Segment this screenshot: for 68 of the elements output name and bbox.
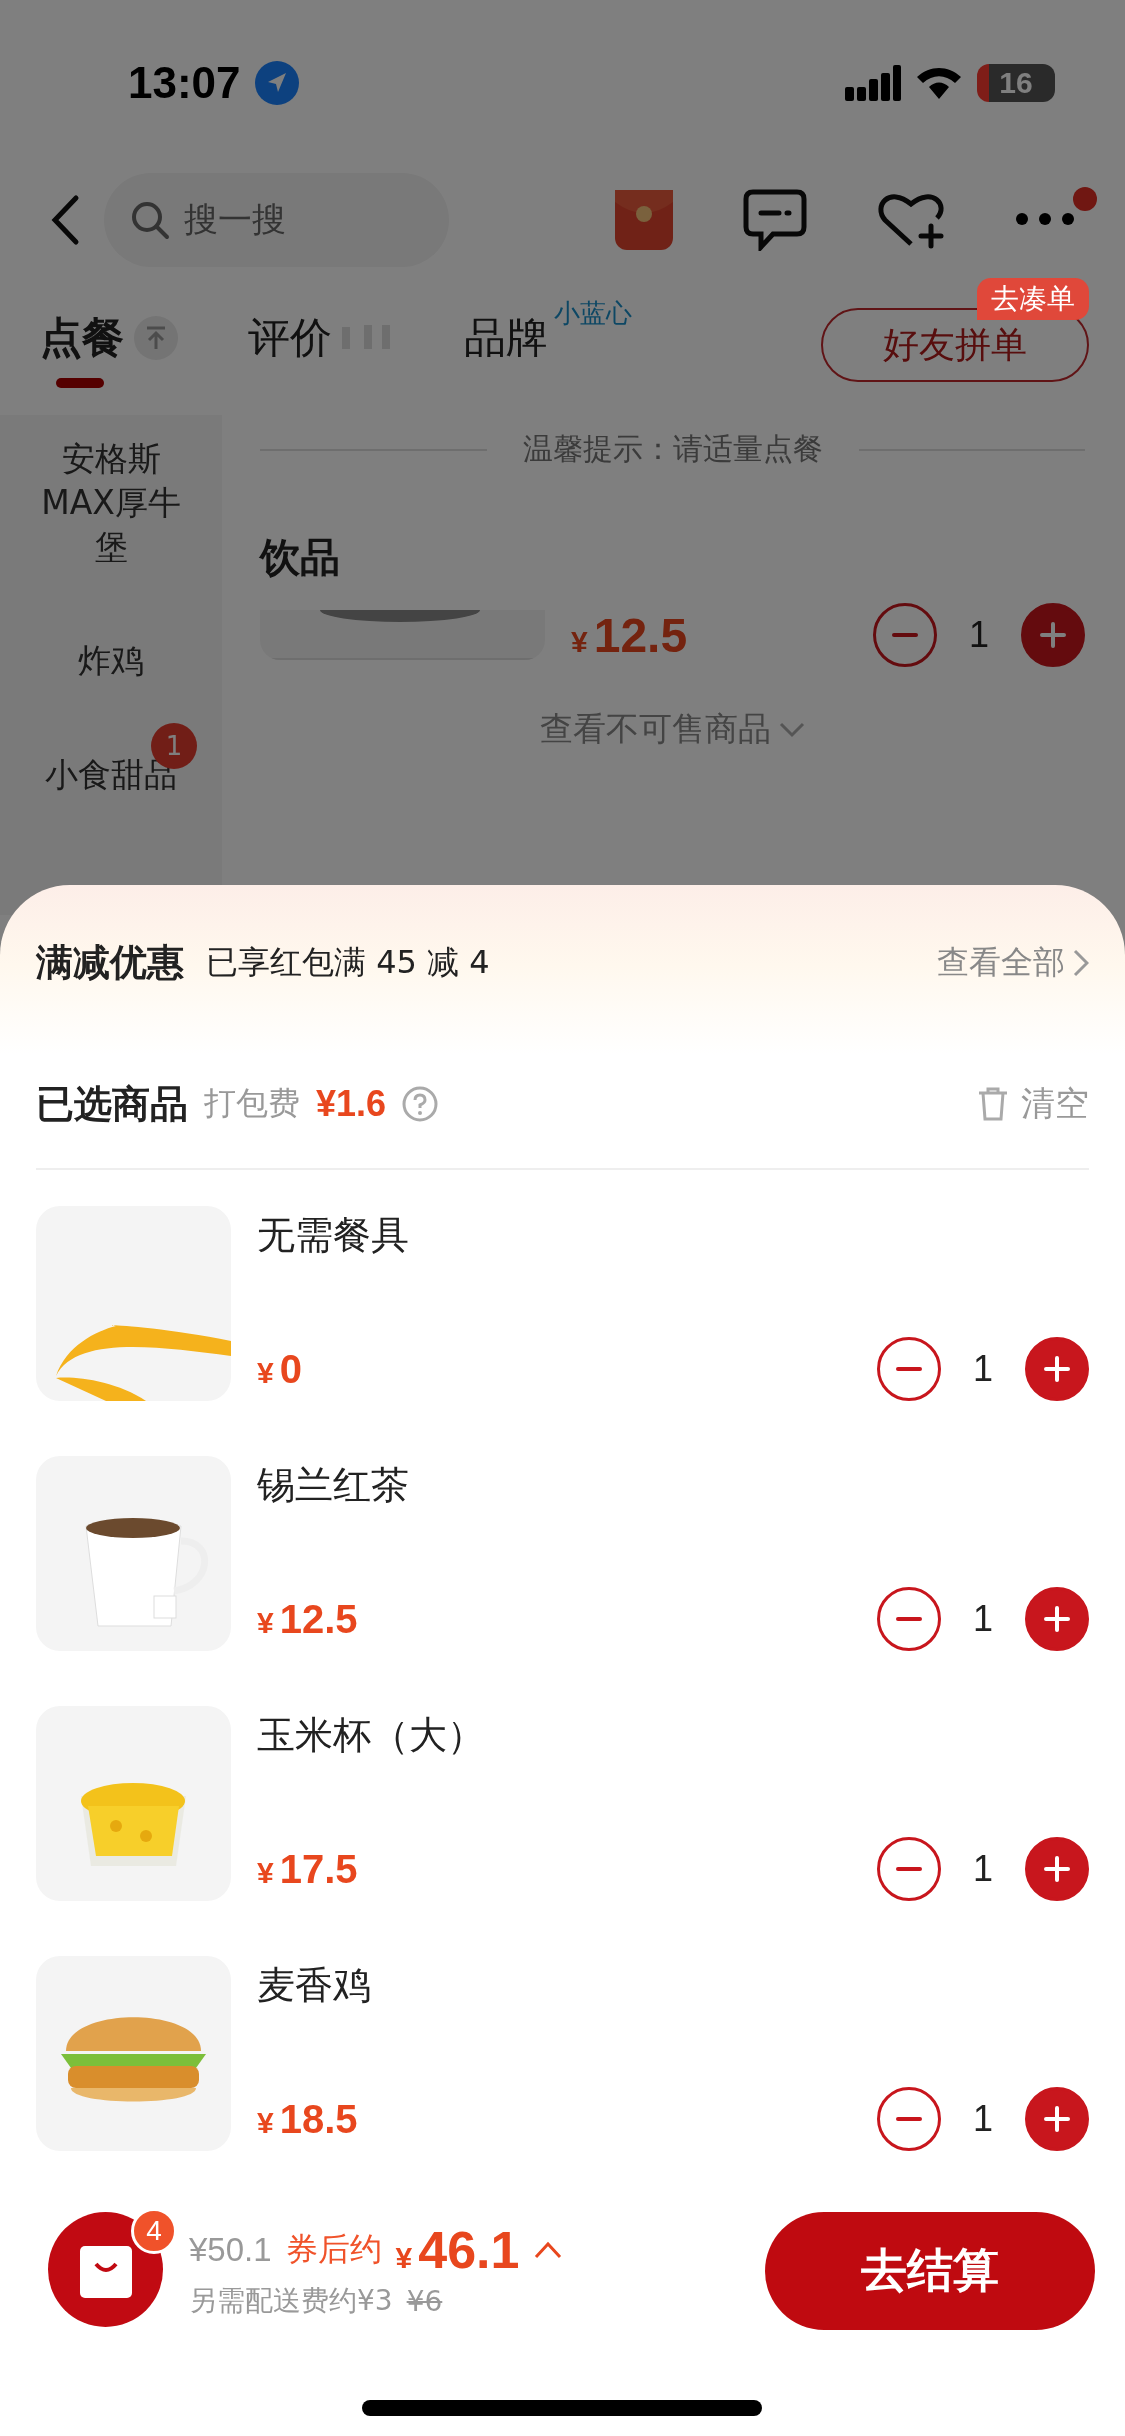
clock: 13:07	[128, 57, 241, 108]
item-name: 无需餐具	[257, 1212, 410, 1259]
plus-icon	[1042, 2104, 1072, 2134]
item-price: ¥0	[257, 1346, 302, 1392]
view-all-link[interactable]: 查看全部	[937, 940, 1089, 985]
minus-icon	[896, 1867, 922, 1871]
signal-icon	[845, 64, 901, 101]
decrease-button[interactable]	[877, 2087, 941, 2151]
item-price: ¥12.5	[257, 1596, 358, 1642]
quantity: 1	[972, 1348, 994, 1390]
search-placeholder: 搜一搜	[184, 198, 286, 241]
item-price: ¥18.5	[257, 2096, 358, 2142]
plus-icon	[1042, 1354, 1072, 1384]
increase-button[interactable]	[1025, 2087, 1089, 2151]
minus-icon	[892, 633, 918, 637]
section-title: 饮品	[260, 533, 341, 582]
increase-button[interactable]	[1025, 1337, 1089, 1401]
quantity: 1	[968, 614, 990, 656]
delivery-original-fee: ¥6	[406, 2284, 443, 2318]
pin-top-icon	[134, 316, 178, 360]
location-icon	[254, 60, 299, 105]
promo-text: 已享红包满 45 减 4	[206, 941, 490, 983]
quantity: 1	[972, 1598, 994, 1640]
promo-title: 满减优惠	[36, 939, 184, 986]
selected-title: 已选商品	[36, 1080, 188, 1128]
increase-button[interactable]	[1025, 1837, 1089, 1901]
original-total: ¥50.1	[189, 2231, 272, 2269]
minus-icon	[896, 2117, 922, 2121]
minus-icon	[896, 1617, 922, 1621]
item-price: ¥17.5	[257, 1846, 358, 1892]
decrease-button[interactable]	[877, 1587, 941, 1651]
unavailable-link[interactable]: 查看不可售商品	[540, 707, 805, 752]
item-name: 玉米杯（大）	[257, 1712, 486, 1759]
cart-count: 4	[131, 2208, 177, 2254]
plus-icon	[1042, 1854, 1072, 1884]
quantity: 1	[972, 1848, 994, 1890]
message-icon[interactable]	[743, 189, 807, 251]
packing-fee: ¥1.6	[316, 1083, 387, 1125]
plus-icon	[1038, 620, 1068, 650]
plus-icon	[1042, 1604, 1072, 1634]
chevron-up-icon[interactable]	[533, 2241, 562, 2259]
item-name: 锡兰红茶	[257, 1462, 410, 1509]
checkout-button[interactable]: 去结算	[765, 2212, 1095, 2330]
price: ¥12.5	[571, 607, 688, 663]
clear-button[interactable]: 清空	[977, 1081, 1089, 1127]
chevron-down-icon	[779, 721, 805, 738]
battery-level: 16	[977, 63, 1055, 102]
final-total: ¥46.1	[395, 2220, 520, 2280]
chevron-right-icon	[1073, 948, 1089, 977]
trash-icon	[977, 1086, 1009, 1122]
increase-button[interactable]	[1025, 1587, 1089, 1651]
item-name: 麦香鸡	[257, 1962, 372, 2009]
quantity: 1	[972, 2098, 994, 2140]
minus-icon	[896, 1367, 922, 1371]
decrease-button[interactable]	[877, 1337, 941, 1401]
search-icon	[130, 200, 170, 240]
tab-tag: 小蓝心	[554, 296, 632, 331]
notice-text: 温馨提示：请适量点餐	[522, 430, 823, 468]
category-item[interactable]: 安格斯MAX厚牛堡	[31, 437, 191, 569]
delivery-fee: 另需配送费约¥3	[189, 2283, 393, 2319]
search-field[interactable]: 搜一搜	[104, 173, 449, 267]
back-icon[interactable]	[50, 194, 80, 246]
decrease-button[interactable]	[877, 1837, 941, 1901]
coupon-label: 券后约	[285, 2229, 382, 2270]
group-order-badge: 去凑单	[977, 278, 1089, 320]
category-item[interactable]: 炸鸡	[31, 639, 191, 683]
packing-fee-label: 打包费	[204, 1083, 300, 1124]
more-icon[interactable]	[1015, 211, 1075, 226]
